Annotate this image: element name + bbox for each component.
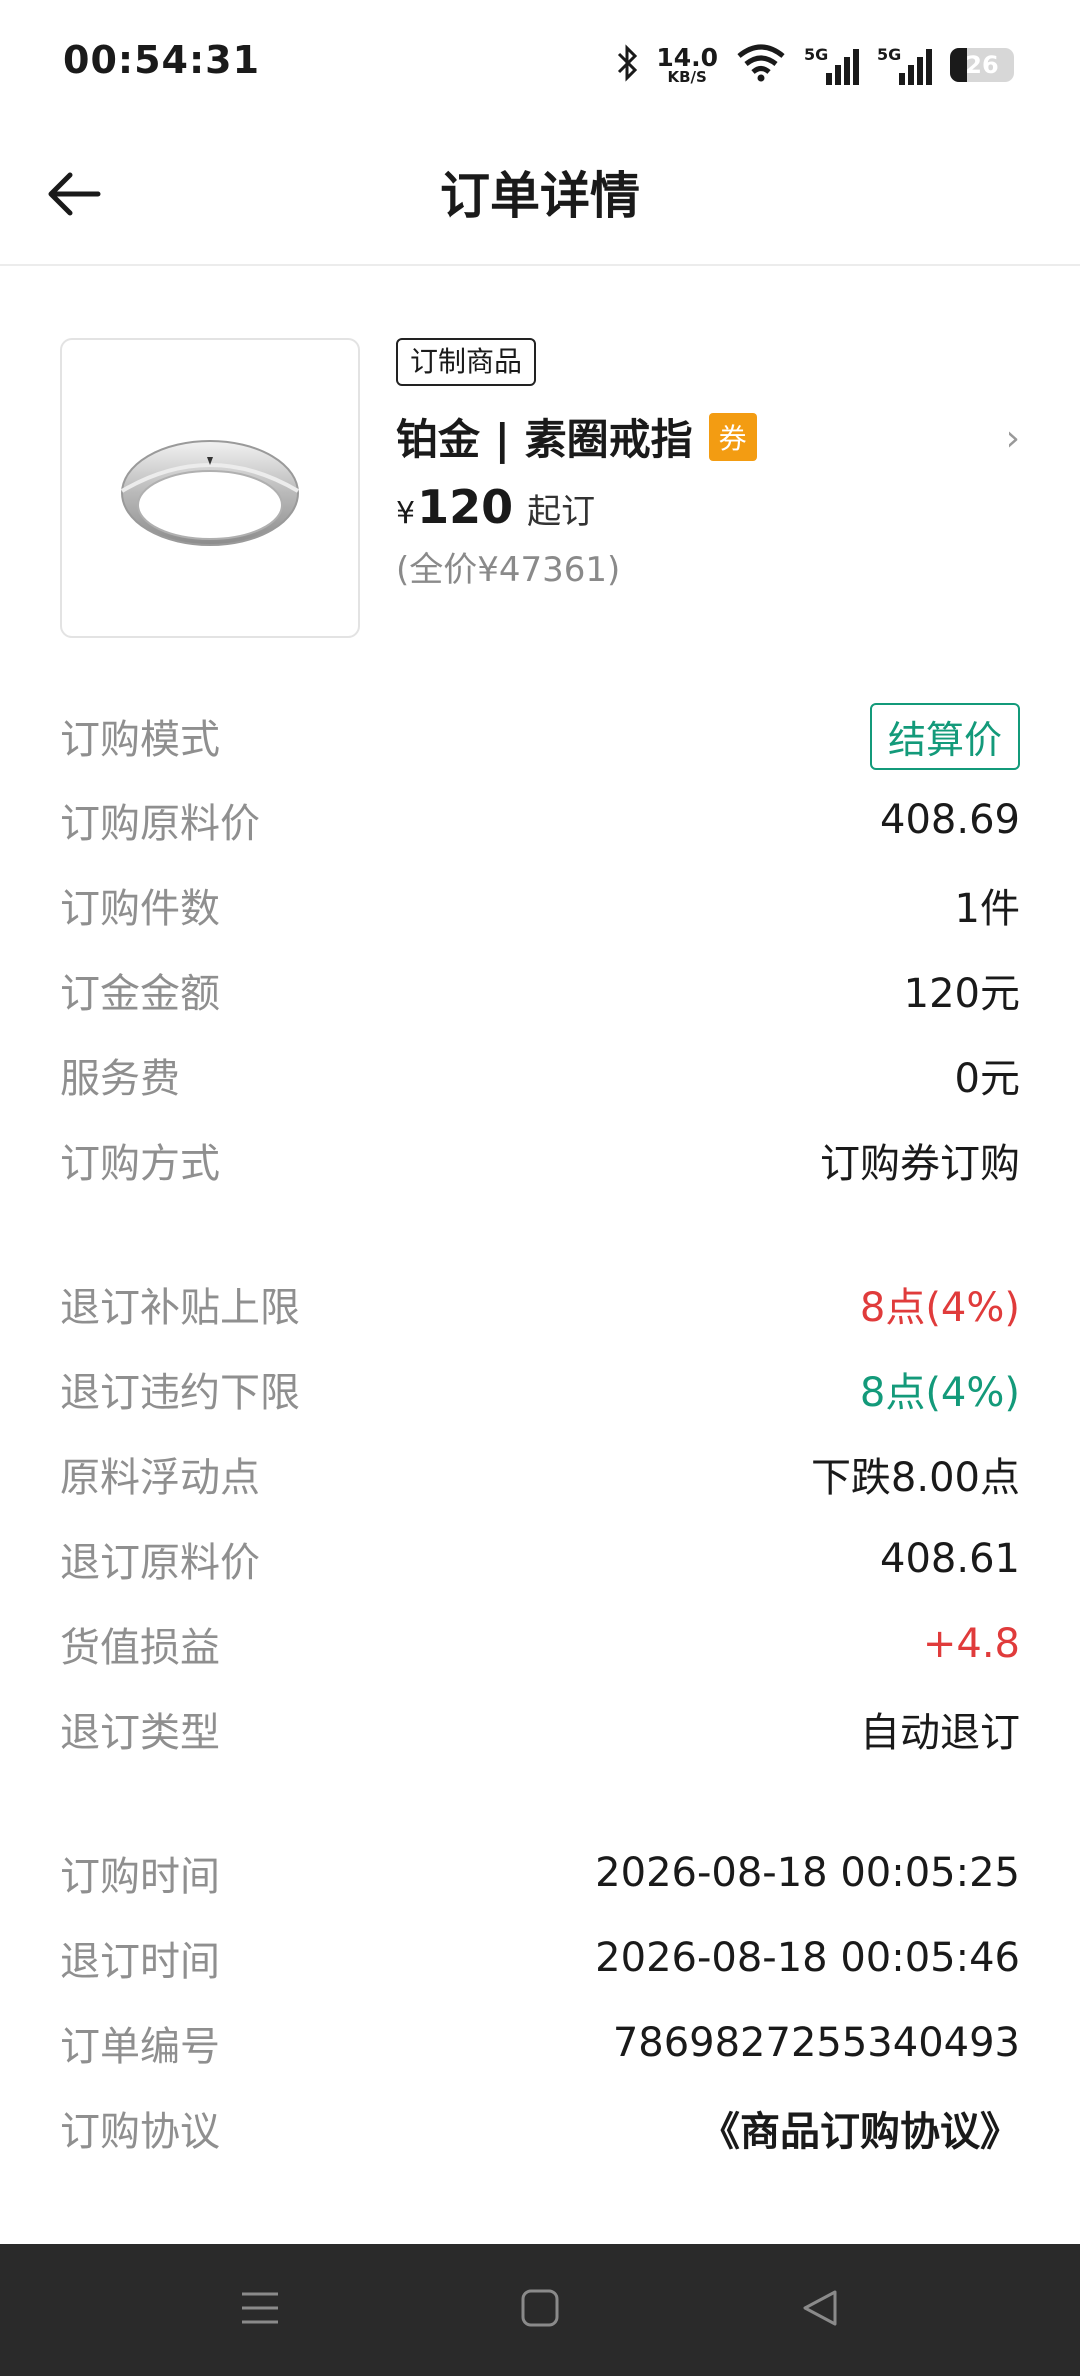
price-value: 120 <box>417 480 514 534</box>
page-title: 订单详情 <box>440 167 640 225</box>
price-currency: ¥ <box>396 496 416 531</box>
detail-row-agreement: 订购协议 《商品订购协议》 <box>60 2098 1020 2158</box>
detail-value: 120元 <box>903 971 1020 1017</box>
detail-row-order-time: 订购时间 2026-08-18 00:05:25 <box>60 1843 1020 1903</box>
product-card[interactable]: 订制商品 铂金 | 素圈戒指 券 › ¥ 120 起订 (全价¥47361) <box>60 338 1020 638</box>
detail-label: 原料浮动点 <box>60 1455 260 1501</box>
price-suffix: 起订 <box>527 492 596 532</box>
detail-row-order-method: 订购方式 订购券订购 <box>60 1130 1020 1190</box>
detail-label: 退订原料价 <box>60 1540 260 1586</box>
detail-value: 自动退订 <box>860 1710 1020 1756</box>
detail-row-deposit: 订金金额 120元 <box>60 960 1020 1020</box>
detail-value: 8点(4%) <box>859 1370 1020 1416</box>
detail-row-refund-penalty-floor: 退订违约下限 8点(4%) <box>60 1359 1020 1419</box>
chevron-right-icon[interactable]: › <box>1006 418 1020 459</box>
detail-label: 订购协议 <box>60 2109 220 2155</box>
menu-button[interactable] <box>220 2270 300 2350</box>
detail-row-order-mode: 订购模式 结算价 <box>60 702 1020 770</box>
detail-label: 订单编号 <box>60 2024 220 2070</box>
product-tag: 订制商品 <box>396 338 537 386</box>
agreement-link[interactable]: 《商品订购协议》 <box>700 2099 1020 2157</box>
coupon-badge: 券 <box>708 412 757 461</box>
detail-row-refund-time: 退订时间 2026-08-18 00:05:46 <box>60 1928 1020 1988</box>
detail-label: 订购模式 <box>60 717 220 763</box>
detail-value: 1件 <box>954 886 1020 932</box>
detail-label: 订购件数 <box>60 886 220 932</box>
battery-level: 26 <box>965 51 999 79</box>
detail-value: 408.61 <box>880 1536 1020 1582</box>
detail-value: 408.69 <box>880 797 1020 843</box>
system-nav-bar <box>0 2244 1080 2376</box>
product-name: 铂金 | 素圈戒指 券 <box>396 406 757 467</box>
detail-value: 订购券订购 <box>820 1141 1020 1187</box>
detail-value: 2026-08-18 00:05:25 <box>595 1850 1020 1896</box>
ring-icon <box>120 440 300 546</box>
detail-row-raw-price: 订购原料价 408.69 <box>60 790 1020 850</box>
signal-sim1-icon: 5G <box>804 45 859 85</box>
signal-sim2-icon: 5G <box>877 45 932 85</box>
detail-row-refund-subsidy-cap: 退订补贴上限 8点(4%) <box>60 1274 1020 1334</box>
detail-row-quantity: 订购件数 1件 <box>60 875 1020 935</box>
detail-value: +4.8 <box>922 1621 1020 1667</box>
detail-label: 退订类型 <box>60 1710 220 1756</box>
bluetooth-icon <box>616 44 638 86</box>
wifi-icon <box>736 44 786 86</box>
product-name-text: 铂金 | 素圈戒指 <box>396 415 693 464</box>
detail-label: 订金金额 <box>60 971 220 1017</box>
network-speed: 14.0 KB/S <box>656 43 718 86</box>
back-nav-button[interactable] <box>780 2270 860 2350</box>
detail-label: 服务费 <box>60 1056 180 1102</box>
detail-value: 7869827255340493 <box>612 2020 1020 2066</box>
detail-label: 货值损益 <box>60 1625 220 1671</box>
status-bar: 00:54:31 14.0 KB/S 5G 5G 26 <box>0 0 1080 128</box>
status-time: 00:54:31 <box>63 38 261 82</box>
detail-row-refund-type: 退订类型 自动退订 <box>60 1699 1020 1759</box>
product-image <box>60 338 360 638</box>
detail-row-float-points: 原料浮动点 下跌8.00点 <box>60 1444 1020 1504</box>
battery-icon: 26 <box>950 48 1014 82</box>
header: 订单详情 <box>0 128 1080 266</box>
detail-label: 退订时间 <box>60 1939 220 1985</box>
detail-label: 订购原料价 <box>60 801 260 847</box>
detail-row-refund-raw-price: 退订原料价 408.61 <box>60 1529 1020 1589</box>
detail-label: 退订违约下限 <box>60 1370 300 1416</box>
detail-label: 订购时间 <box>60 1854 220 1900</box>
detail-row-profit-loss: 货值损益 +4.8 <box>60 1614 1020 1674</box>
detail-value: 0元 <box>954 1056 1020 1102</box>
order-mode-tag: 结算价 <box>869 702 1020 770</box>
detail-value: 下跌8.00点 <box>810 1455 1020 1501</box>
status-icons: 14.0 KB/S 5G 5G 26 <box>616 40 1014 90</box>
detail-row-order-number: 订单编号 7869827255340493 <box>60 2013 1020 2073</box>
detail-label: 退订补贴上限 <box>60 1285 300 1331</box>
detail-value: 8点(4%) <box>859 1285 1020 1331</box>
detail-row-service-fee: 服务费 0元 <box>60 1045 1020 1105</box>
home-icon <box>521 2289 559 2331</box>
menu-icon <box>240 2290 280 2330</box>
full-price: (全价¥47361) <box>396 550 621 590</box>
price-row: ¥ 120 起订 <box>396 480 595 534</box>
back-triangle-icon <box>801 2289 839 2331</box>
home-button[interactable] <box>500 2270 580 2350</box>
detail-label: 订购方式 <box>60 1141 220 1187</box>
detail-value: 2026-08-18 00:05:46 <box>595 1935 1020 1981</box>
